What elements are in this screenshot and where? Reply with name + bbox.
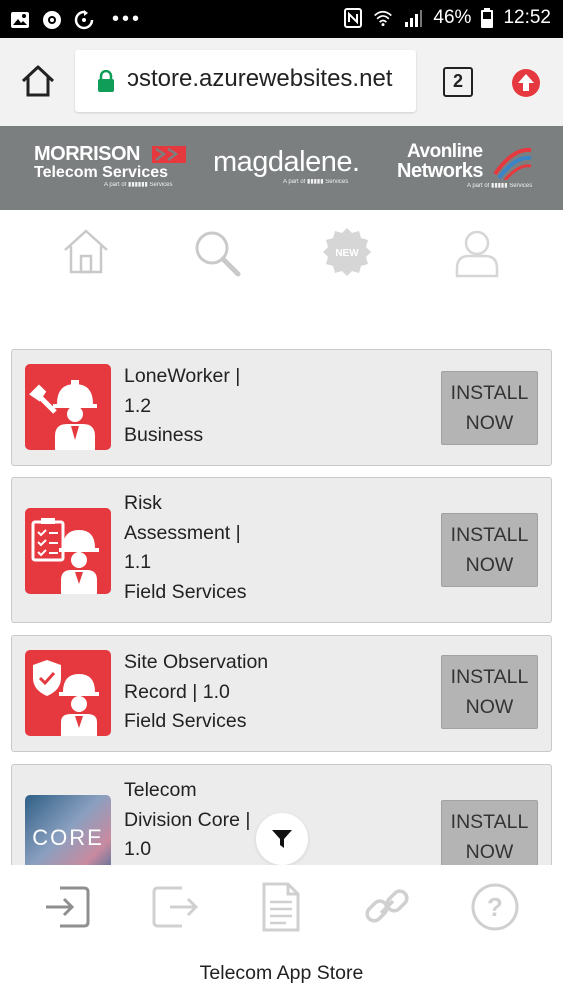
search-icon[interactable] — [190, 226, 242, 278]
app-nav: NEW — [0, 210, 563, 295]
signal-icon — [405, 10, 423, 27]
tab-switcher-button[interactable]: 2 — [443, 67, 473, 97]
app-name: Risk Assessment | 1.1 Field Services — [124, 492, 247, 603]
settings-icon — [43, 10, 61, 29]
document-icon[interactable] — [256, 882, 306, 932]
app-card-risk-assessment[interactable]: Risk Assessment | 1.1 Field Services INS… — [11, 477, 552, 623]
install-button[interactable]: INSTALL NOW — [441, 513, 538, 587]
risk-assessment-icon — [25, 508, 111, 594]
morrison-mark-icon — [152, 146, 186, 163]
bottom-toolbar: ? Telecom App Store — [0, 865, 563, 1000]
morrison-logo: MORRISON Telecom Services A part of ▮▮▮▮… — [34, 144, 189, 188]
profile-icon[interactable] — [451, 226, 503, 278]
site-observation-icon — [25, 650, 111, 736]
filter-icon — [272, 830, 292, 848]
core-app-icon: CORE — [25, 795, 111, 865]
install-button[interactable]: INSTALL NOW — [441, 800, 538, 865]
app-name: Site Observation Record | 1.0 Field Serv… — [124, 651, 269, 732]
link-icon[interactable] — [362, 882, 412, 932]
avonline-swoosh-icon — [493, 147, 532, 180]
chrome-update-icon[interactable] — [511, 68, 541, 98]
avonline-logo: Avonline Networks A part of ▮▮▮▮▮ Servic… — [397, 141, 533, 189]
new-label: NEW — [335, 248, 359, 259]
login-icon[interactable] — [42, 882, 92, 932]
clock: 12:52 — [503, 7, 551, 28]
battery-percent: 46% — [433, 7, 472, 28]
sync-icon — [74, 9, 94, 29]
more-notifications-icon: ••• — [112, 8, 143, 30]
lock-icon — [98, 70, 114, 92]
app-name: Telecom Division Core | 1.0 — [124, 779, 251, 860]
magdalene-logo: magdalene. A part of ▮▮▮▮▮ Services — [213, 146, 360, 185]
new-badge-icon[interactable]: NEW — [321, 226, 373, 278]
browser-toolbar: ɔstore.azurewebsites.net 2 — [0, 38, 563, 126]
app-card-loneworker[interactable]: LoneWorker | 1.2 Business INSTALL NOW — [11, 349, 552, 466]
partner-banner: MORRISON Telecom Services A part of ▮▮▮▮… — [0, 126, 563, 210]
install-button[interactable]: INSTALL NOW — [441, 655, 538, 729]
help-icon[interactable]: ? — [470, 882, 520, 932]
battery-icon — [481, 8, 494, 28]
status-bar: ••• 46% 12:52 — [0, 0, 563, 38]
logout-icon[interactable] — [150, 882, 200, 932]
lone-worker-icon — [25, 364, 111, 450]
gallery-icon — [11, 11, 29, 28]
filter-button[interactable] — [256, 813, 308, 865]
browser-home-icon[interactable] — [20, 63, 56, 99]
app-card-site-observation[interactable]: Site Observation Record | 1.0 Field Serv… — [11, 635, 552, 752]
home-icon[interactable] — [60, 226, 112, 278]
svg-text:?: ? — [487, 892, 503, 922]
nfc-icon — [344, 8, 363, 28]
app-list: LoneWorker | 1.2 Business INSTALL NOW Ri… — [0, 330, 563, 865]
wifi-icon — [374, 10, 393, 27]
install-button[interactable]: INSTALL NOW — [441, 371, 538, 445]
app-store-title: Telecom App Store — [199, 962, 364, 984]
url-text: ɔstore.azurewebsites.net — [127, 65, 393, 92]
app-name: LoneWorker | 1.2 Business — [124, 365, 241, 446]
address-bar[interactable]: ɔstore.azurewebsites.net — [75, 50, 416, 112]
